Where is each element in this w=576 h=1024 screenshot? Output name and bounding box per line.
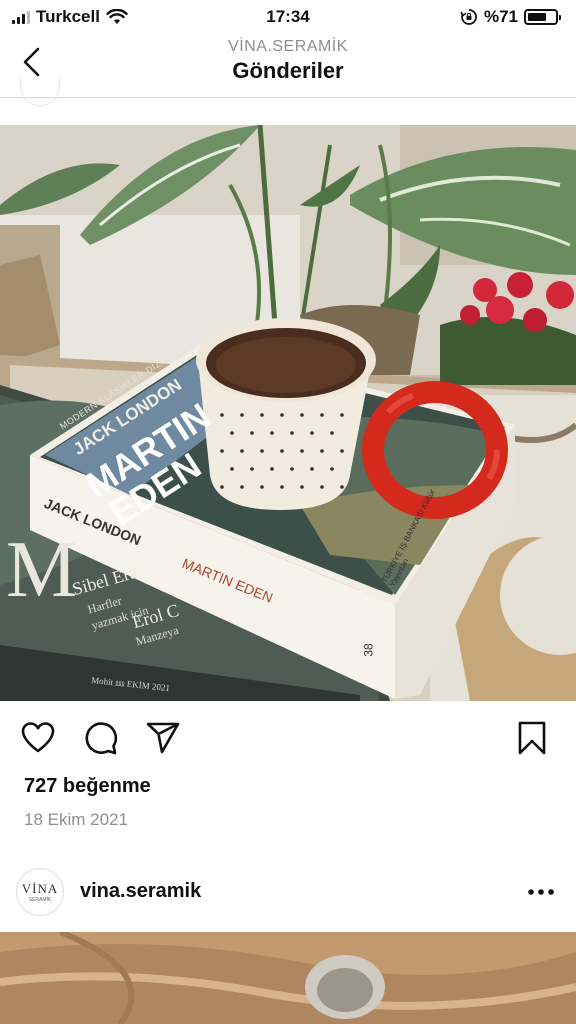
mug-dot xyxy=(220,413,224,417)
mug-dot xyxy=(240,485,244,489)
avatar-logo-sub: SERAMİK xyxy=(28,897,52,903)
mug-dot xyxy=(270,467,274,471)
mug-dot xyxy=(280,449,284,453)
mug-dot xyxy=(340,413,344,417)
mug-dot xyxy=(340,449,344,453)
orientation-lock-icon xyxy=(460,9,477,25)
more-options-icon[interactable] xyxy=(526,878,556,906)
mug-dot xyxy=(310,467,314,471)
mug-dot xyxy=(330,467,334,471)
mug-dot xyxy=(260,485,264,489)
mug-dot xyxy=(330,431,334,435)
mug-dot xyxy=(320,449,324,453)
battery-icon xyxy=(524,9,561,25)
page-header: VİNA.SERAMİK Gönderiler xyxy=(0,34,576,98)
mug-dot xyxy=(220,485,224,489)
mug-dot xyxy=(300,413,304,417)
mug-dot xyxy=(250,431,254,435)
mug-dot xyxy=(320,413,324,417)
book-number: 38 xyxy=(361,643,376,657)
previous-post-avatar xyxy=(20,78,60,106)
next-photo-illustration xyxy=(0,932,576,1024)
bookmark-icon[interactable] xyxy=(514,720,550,756)
mug-dot xyxy=(270,431,274,435)
status-right: %71 xyxy=(460,7,561,27)
mug-dot xyxy=(240,413,244,417)
status-bar: Turkcell 17:34 %71 xyxy=(0,0,576,34)
mug-dot xyxy=(290,467,294,471)
mug-dot xyxy=(240,449,244,453)
avatar-logo-text: VİNA xyxy=(21,881,59,896)
page-title: Gönderiler xyxy=(232,58,344,83)
next-post-image[interactable] xyxy=(0,932,576,1024)
mug-dot xyxy=(260,413,264,417)
mug-dot xyxy=(290,431,294,435)
battery-percent: %71 xyxy=(483,7,518,26)
mug-dot xyxy=(230,431,234,435)
username[interactable]: vina.seramik xyxy=(80,880,201,903)
mug-dot xyxy=(300,449,304,453)
share-icon[interactable] xyxy=(145,720,181,756)
account-name: VİNA.SERAMİK xyxy=(228,38,348,55)
mug-dot xyxy=(280,485,284,489)
mug-dot xyxy=(230,467,234,471)
mug-dot xyxy=(320,485,324,489)
mug-dot xyxy=(260,449,264,453)
mug-dot xyxy=(280,413,284,417)
mug-dot xyxy=(300,485,304,489)
post-actions xyxy=(0,712,576,764)
signal-icon xyxy=(12,10,30,24)
next-post-header: VİNA SERAMİK vina.seramik xyxy=(0,860,576,924)
like-count[interactable]: 727 beğenme xyxy=(24,775,151,798)
wifi-icon xyxy=(106,9,128,24)
magazine-cover-letters: M xyxy=(6,526,78,614)
post-image[interactable]: MODERN KLASİKLER DİZİSİ JACK LONDON MART… xyxy=(0,125,576,701)
comment-icon[interactable] xyxy=(83,720,119,756)
post-date: 18 Ekim 2021 xyxy=(24,810,128,829)
mug-dot xyxy=(340,485,344,489)
status-left: Turkcell xyxy=(12,7,128,27)
mug-dot xyxy=(220,449,224,453)
heart-icon[interactable] xyxy=(20,720,56,756)
mug-dot xyxy=(310,431,314,435)
carrier-label: Turkcell xyxy=(36,7,100,26)
mug-dot xyxy=(250,467,254,471)
avatar[interactable]: VİNA SERAMİK xyxy=(16,868,64,916)
